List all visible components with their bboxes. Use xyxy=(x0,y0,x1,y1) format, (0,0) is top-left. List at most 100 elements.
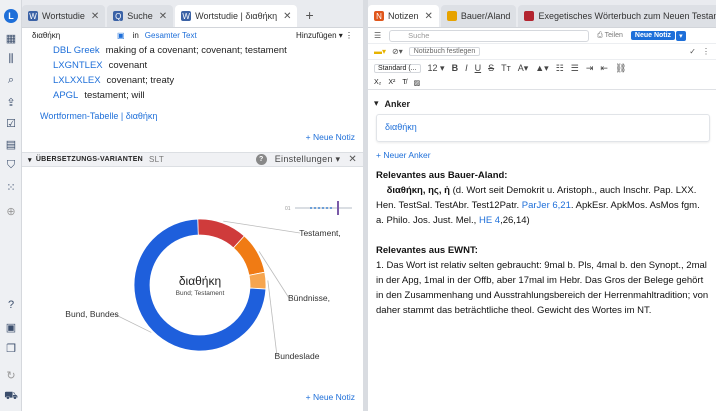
dashboard-icon[interactable]: ▦ xyxy=(4,31,18,45)
collapse-icon[interactable]: ▾ xyxy=(28,156,32,164)
book-icon[interactable]: ▤ xyxy=(4,137,18,151)
outdent-icon[interactable]: ⇤ xyxy=(600,63,608,74)
share-button[interactable]: ⎙ Teilen xyxy=(597,32,623,40)
tab-notizen[interactable]: N Notizen ✕ xyxy=(368,5,439,27)
sync-icon[interactable]: ↻ xyxy=(4,368,18,382)
upload-icon[interactable]: ⇪ xyxy=(4,95,18,109)
slice-label: Bündnisse, xyxy=(288,293,330,303)
search-query[interactable]: διαθήκη xyxy=(32,31,117,40)
donut-center-title: διαθήκη xyxy=(179,274,221,288)
tab-wortstudie-diatheke[interactable]: W Wortstudie | διαθήκη ✕ xyxy=(175,5,298,27)
settings-menu[interactable]: Einstellungen ▾ xyxy=(275,154,341,165)
numbered-list-icon[interactable]: ☰ xyxy=(571,63,579,74)
add-tab-icon[interactable]: + xyxy=(299,7,319,27)
book-icon xyxy=(524,11,535,21)
close-icon[interactable]: ✕ xyxy=(159,11,167,22)
sidebar-toggle-icon[interactable]: ☰ xyxy=(374,31,381,40)
close-icon[interactable]: ✕ xyxy=(283,11,291,22)
cart-icon[interactable]: ⛟ xyxy=(4,390,18,404)
ba-link[interactable]: HE 4 xyxy=(479,215,500,226)
style-select[interactable]: Standard (... xyxy=(374,63,421,73)
link-icon[interactable]: ⛓ xyxy=(615,63,626,74)
result-key[interactable]: LXGNTLEX xyxy=(53,60,103,71)
tab-label: Exegetisches Wörterbuch zum Neuen Testam… xyxy=(538,11,716,21)
new-note-link[interactable]: + Neue Notiz xyxy=(306,132,355,142)
note-body[interactable]: Relevantes aus Bauer-Aland: διαθήκη, ης,… xyxy=(376,168,710,318)
translations-donut-chart: Testament, Bündnisse, Bundeslade Bund, Bund… xyxy=(65,201,352,361)
font-color-icon[interactable]: A▾ xyxy=(518,63,529,74)
prohibit-icon[interactable]: ⊘▾ xyxy=(392,47,403,56)
anchor-section-header[interactable]: ▾ Anker xyxy=(374,98,716,109)
add-icon[interactable]: ⊕ xyxy=(4,204,18,218)
search-icon[interactable]: ⌕ xyxy=(4,73,18,87)
result-key[interactable]: LXLXXLEX xyxy=(53,75,101,86)
notes-panel: ☰ Suche ⎙ Teilen Neue Notiz ▾ ▬▾ ⊘▾ Noti… xyxy=(368,28,716,411)
apps-grid-icon[interactable]: ⁙ xyxy=(4,180,18,194)
tab-label: Suche xyxy=(127,11,153,21)
collapse-icon[interactable]: ▾ xyxy=(374,98,379,109)
help-icon[interactable]: ? xyxy=(255,154,267,165)
resource-icon[interactable]: ▣ xyxy=(117,31,125,40)
tab-bauer-aland[interactable]: Bauer/Aland xyxy=(440,5,517,27)
result-row: APGL testament; will xyxy=(22,88,363,103)
in-label: in xyxy=(132,30,139,40)
notebook-toolbar: ▬▾ ⊘▾ Notizbuch festlegen ✓ ⋮ xyxy=(368,44,716,60)
bullet-list-icon[interactable]: ☷ xyxy=(556,63,564,74)
highlight-icon[interactable]: ▬▾ xyxy=(374,47,386,56)
font-size-select[interactable]: 12 ▾ xyxy=(428,63,445,74)
add-menu[interactable]: Hinzufügen ▾ ⋮ xyxy=(296,31,353,40)
tab-suche[interactable]: Q Suche ✕ xyxy=(107,5,174,27)
anchor-value[interactable]: διαθήκη xyxy=(385,122,417,132)
italic-icon[interactable]: I xyxy=(465,63,468,73)
tab-ewnt[interactable]: Exegetisches Wörterbuch zum Neuen Testam… xyxy=(518,5,716,27)
ba-text: ,26,14) xyxy=(500,215,530,226)
strikethrough-icon[interactable]: S xyxy=(488,63,494,73)
scope-select[interactable]: Gesamter Text xyxy=(145,31,197,40)
close-icon[interactable]: ✕ xyxy=(348,154,357,165)
app-rail: L ▦ ⫼ ⌕ ⇪ ☑ ▤ ⛉ ⁙ ⊕ ? ▣ ❐ ↻ ⛟ xyxy=(0,0,22,411)
result-key[interactable]: DBL Greek xyxy=(53,45,100,56)
forms-table-link[interactable]: Wortformen-Tabelle | διαθήκη xyxy=(22,111,363,121)
notebook-fix-button[interactable]: Notizbuch festlegen xyxy=(408,47,481,56)
clear-format-icon[interactable]: T̸ xyxy=(402,79,406,86)
bold-icon[interactable]: B xyxy=(452,63,459,73)
more-icon[interactable]: ⋮ xyxy=(702,47,710,56)
result-text: covenant xyxy=(108,60,148,71)
timeline-sparkline[interactable]: 01 xyxy=(285,201,352,215)
new-note-dropdown-icon[interactable]: ▾ xyxy=(676,30,686,41)
check-icon[interactable]: ✓ xyxy=(689,47,696,56)
notes-search-input[interactable]: Suche xyxy=(389,29,590,42)
slice-label: Testament, xyxy=(299,228,341,238)
new-anchor-link[interactable]: + Neuer Anker xyxy=(376,150,716,160)
highlight-color-icon[interactable]: ▲▾ xyxy=(535,63,548,74)
copy-icon[interactable]: ❐ xyxy=(4,341,18,355)
new-note-button[interactable]: Neue Notiz xyxy=(630,31,676,40)
anchor-card[interactable]: διαθήκη xyxy=(376,114,710,142)
close-icon[interactable]: ✕ xyxy=(425,11,433,22)
search-icon: Q xyxy=(113,11,124,21)
library-icon[interactable]: ⫼ xyxy=(4,52,18,66)
subscript-icon[interactable]: X₂ xyxy=(374,79,381,86)
close-icon[interactable]: ✕ xyxy=(91,11,99,22)
result-text: testament; will xyxy=(84,90,145,101)
format-toolbar: Standard (... 12 ▾ B I U S Tт A▾ ▲▾ ☷ ☰ … xyxy=(368,60,716,76)
checklist-icon[interactable]: ☑ xyxy=(4,116,18,130)
donut-slice[interactable] xyxy=(248,271,267,290)
logos-logo-icon[interactable]: L xyxy=(4,9,18,23)
layout-icon[interactable]: ▣ xyxy=(4,320,18,334)
underline-icon[interactable]: U xyxy=(475,63,482,73)
result-key[interactable]: APGL xyxy=(53,90,78,101)
notes-icon: N xyxy=(374,11,384,21)
image-icon[interactable]: ▨ xyxy=(414,79,421,87)
ba-link[interactable]: ParJer 6,21 xyxy=(522,200,571,211)
text-size-icon[interactable]: Tт xyxy=(501,63,511,73)
superscript-icon[interactable]: X² xyxy=(388,79,395,86)
add-label: Hinzufügen xyxy=(296,30,337,40)
indent-icon[interactable]: ⇥ xyxy=(586,63,594,74)
new-note-link-bottom[interactable]: + Neue Notiz xyxy=(306,392,355,402)
tab-label: Bauer/Aland xyxy=(460,11,511,21)
help-icon[interactable]: ? xyxy=(4,298,18,312)
tab-wortstudie[interactable]: W Wortstudie ✕ xyxy=(22,5,106,27)
shield-icon[interactable]: ⛉ xyxy=(4,158,18,172)
version-abbr[interactable]: SLT xyxy=(149,155,164,164)
